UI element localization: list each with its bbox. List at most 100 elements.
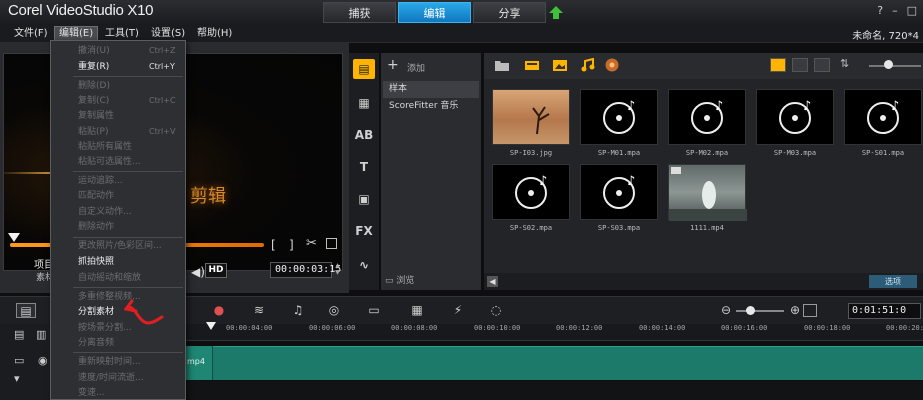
graphics-icon[interactable]: ▣: [353, 189, 375, 209]
menu-item-paste-all-attributes[interactable]: 粘贴所有属性: [51, 139, 185, 155]
list-view-button[interactable]: [792, 58, 808, 72]
hd-toggle[interactable]: HD: [205, 263, 227, 278]
record-capture-icon[interactable]: ●: [209, 303, 229, 318]
instant-project-icon[interactable]: ▦: [353, 93, 375, 113]
title-icon[interactable]: T: [353, 157, 375, 177]
show-photos-icon[interactable]: [552, 58, 568, 72]
tab-share[interactable]: 分享: [473, 2, 546, 23]
tab-edit[interactable]: 编辑: [398, 2, 471, 23]
auto-music-icon[interactable]: ♫: [288, 303, 308, 318]
menu-item-auto-pan-zoom[interactable]: 自动摇动和缩放: [51, 270, 185, 286]
track-manager-icon[interactable]: ▤: [14, 328, 24, 341]
menu-item-time-remap[interactable]: 重新映射时间...: [51, 354, 185, 370]
minimize-icon[interactable]: –: [892, 4, 898, 17]
library-thumbnail[interactable]: SP-I03.jpg: [492, 89, 570, 157]
menu-item-variable-speed[interactable]: 变速...: [51, 385, 185, 400]
thumbnail-view-button[interactable]: [770, 58, 786, 72]
folder-item[interactable]: ScoreFitter 音乐: [383, 98, 479, 115]
menu-item-undo[interactable]: 撤消(U) Ctrl+Z: [51, 43, 185, 59]
menu-item-snapshot[interactable]: 抓拍快照: [51, 254, 185, 270]
collapse-arrow-icon[interactable]: ◀: [487, 276, 498, 287]
timecode-stepper[interactable]: ▲ ▼: [333, 262, 342, 278]
menu-item-motion-tracking[interactable]: 运动追踪...: [51, 173, 185, 189]
import-folder-icon[interactable]: [494, 58, 510, 72]
zoom-slider[interactable]: [736, 310, 784, 312]
scissors-icon[interactable]: ✂: [306, 236, 317, 251]
preview-timecode[interactable]: 00:00:03:15: [270, 262, 341, 278]
thumbnail-size-slider[interactable]: [869, 65, 921, 67]
fit-project-icon[interactable]: [803, 304, 817, 317]
menu-item-paste-selective-attributes[interactable]: 粘贴可选属性...: [51, 154, 185, 170]
add-folder-label[interactable]: 添加: [407, 61, 425, 74]
subtitle-editor-icon[interactable]: ▭: [364, 303, 384, 318]
show-audio-icon[interactable]: [580, 58, 596, 72]
menu-file[interactable]: 文件(F): [10, 26, 52, 41]
chapter-cue-icon[interactable]: ▥: [36, 328, 46, 341]
library-thumbnail[interactable]: ♪ SP-M01.mpa: [580, 89, 658, 157]
path-icon[interactable]: ∿: [353, 255, 375, 275]
menu-item-custom-motion[interactable]: 自定义动作...: [51, 204, 185, 220]
library-thumbnail[interactable]: ♪ SP-M03.mpa: [756, 89, 834, 157]
upload-arrow-icon[interactable]: [548, 5, 564, 20]
timeline-ruler[interactable]: 00:00:04:00 00:00:06:00 00:00:08:00 00:0…: [186, 324, 923, 341]
mark-out-icon[interactable]: ]: [289, 238, 294, 252]
playhead[interactable]: [206, 322, 216, 330]
scrub-handle[interactable]: [8, 233, 20, 242]
library-thumbnail[interactable]: ♪ SP-S02.mpa: [492, 164, 570, 232]
video-track[interactable]: [186, 346, 923, 380]
show-effects-icon[interactable]: [604, 58, 620, 72]
show-videos-icon[interactable]: [524, 58, 540, 72]
menu-item-speed-time-lapse[interactable]: 速度/时间流逝...: [51, 370, 185, 386]
menu-edit[interactable]: 编辑(E): [54, 26, 99, 41]
storyboard-view-icon[interactable]: ▤: [16, 303, 36, 318]
library-thumbnail[interactable]: ♪ SP-S01.mpa: [844, 89, 922, 157]
menu-tools[interactable]: 工具(T): [101, 26, 143, 41]
tab-capture[interactable]: 捕获: [323, 2, 396, 23]
menu-item-label: 抓拍快照: [78, 257, 115, 267]
filter-icon[interactable]: FX: [353, 221, 375, 241]
library-thumbnail[interactable]: ♪ SP-S03.mpa: [580, 164, 658, 232]
timeline-timecode[interactable]: 0:01:51:0: [848, 303, 921, 319]
painting-creator-icon[interactable]: ◌: [486, 303, 506, 318]
time-remap-icon[interactable]: ⚡: [448, 303, 468, 318]
motion-tracking-icon[interactable]: ◎: [324, 303, 344, 318]
menu-item-copy-attributes[interactable]: 复制属性: [51, 108, 185, 124]
grid-view-button[interactable]: [814, 58, 830, 72]
sort-icon[interactable]: ⇅: [840, 57, 858, 73]
options-button[interactable]: 选项: [869, 275, 917, 288]
menu-item-match-motion[interactable]: 匹配动作: [51, 188, 185, 204]
volume-icon[interactable]: ◀): [191, 265, 205, 279]
multi-camera-icon[interactable]: ▦: [407, 303, 427, 318]
overlay-track[interactable]: [186, 381, 923, 400]
maximize-icon[interactable]: □: [907, 4, 917, 17]
menu-item-multi-trim[interactable]: 多重修整视频...: [51, 289, 185, 305]
mark-in-icon[interactable]: [: [271, 238, 276, 252]
add-folder-icon[interactable]: +: [387, 57, 399, 73]
menu-item-copy[interactable]: 复制(C) Ctrl+C: [51, 93, 185, 109]
menu-item-split-audio[interactable]: 分离音频: [51, 335, 185, 351]
library-thumbnail[interactable]: ♪ SP-M02.mpa: [668, 89, 746, 157]
library-thumbnail[interactable]: 1111.mp4: [668, 164, 747, 232]
video-track-toggle-icon[interactable]: ▭: [14, 354, 24, 367]
enlarge-preview-icon[interactable]: [326, 238, 337, 249]
zoom-in-icon[interactable]: ⊕: [790, 303, 800, 317]
menu-help[interactable]: 帮助(H): [193, 26, 236, 41]
menu-item-paste[interactable]: 粘贴(P) Ctrl+V: [51, 124, 185, 140]
sound-mixer-icon[interactable]: ≋: [249, 303, 269, 318]
menu-item-split-clip[interactable]: 分割素材: [51, 304, 185, 320]
folder-item[interactable]: 样本: [383, 81, 479, 98]
menu-item-change-duration[interactable]: 更改照片/色彩区间...: [51, 238, 185, 254]
zoom-handle[interactable]: [746, 306, 755, 315]
transition-icon[interactable]: AB: [353, 125, 375, 145]
menu-item-remove-motion[interactable]: 删除动作: [51, 219, 185, 235]
zoom-out-icon[interactable]: ⊖: [721, 303, 731, 317]
menu-settings[interactable]: 设置(S): [147, 26, 189, 41]
media-icon[interactable]: ▤: [353, 59, 375, 79]
menu-item-delete[interactable]: 删除(D): [51, 78, 185, 94]
menu-item-redo[interactable]: 重复(R) Ctrl+Y: [51, 59, 185, 75]
browse-button[interactable]: ▭ 浏览: [385, 273, 414, 286]
menu-item-split-by-scene[interactable]: 按场景分割...: [51, 320, 185, 336]
thumbnail-size-handle[interactable]: [884, 60, 893, 69]
help-icon[interactable]: ?: [877, 4, 883, 17]
track-collapse-icon[interactable]: ▾: [14, 372, 20, 385]
